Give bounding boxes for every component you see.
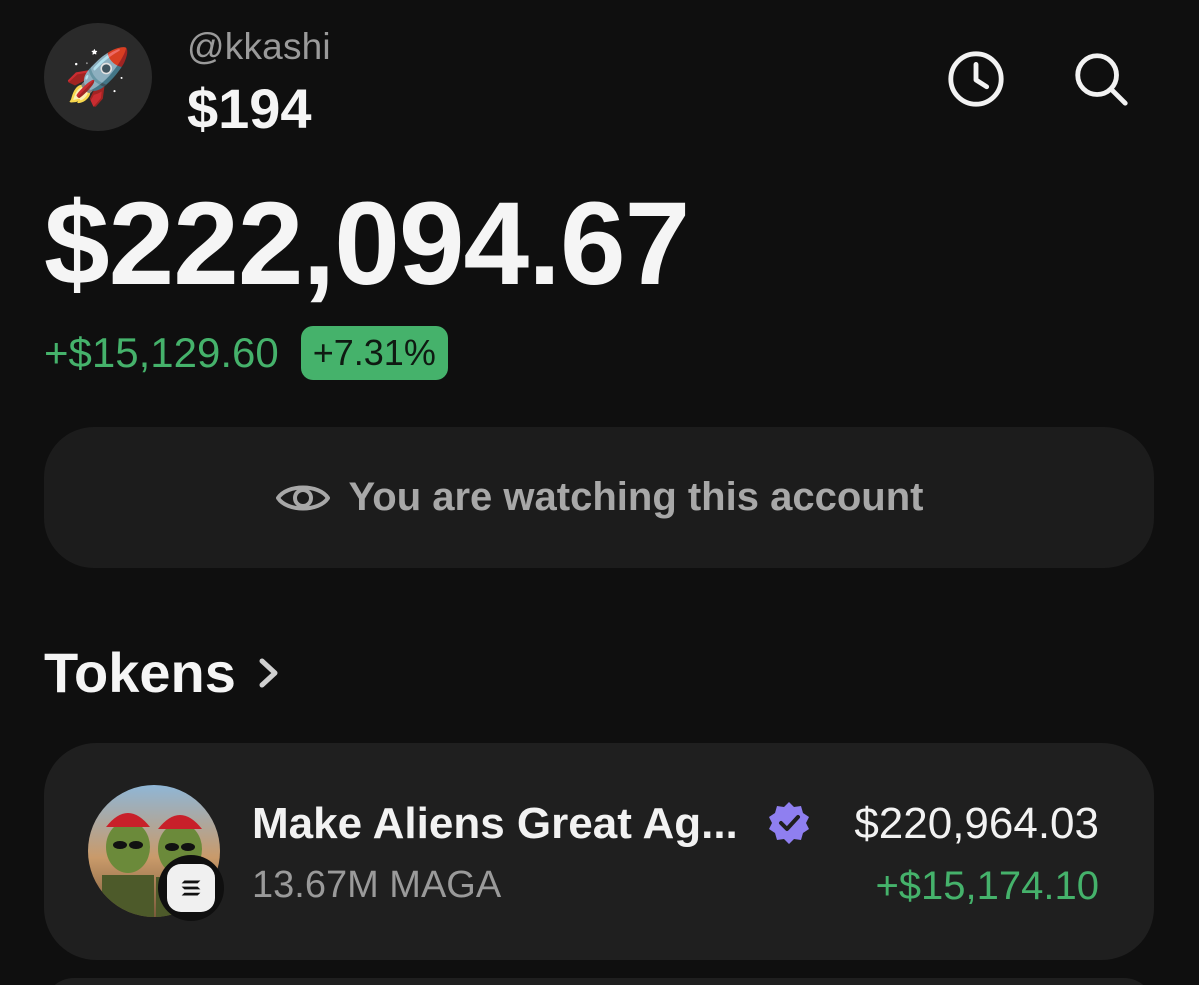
tokens-section-link[interactable]: Tokens <box>44 640 286 705</box>
verified-icon <box>769 802 809 844</box>
token-row[interactable]: Make Aliens Great Ag... 13.67M MAGA $220… <box>44 743 1154 960</box>
chevron-right-icon <box>259 658 278 687</box>
portfolio-total: $222,094.67 <box>44 178 690 310</box>
next-token-card-edge <box>44 978 1154 985</box>
solana-icon <box>181 880 201 896</box>
watching-banner: You are watching this account <box>44 427 1154 568</box>
search-button[interactable] <box>1069 47 1133 111</box>
wallet-screen: 🚀 @kkashi $194 $222,094.67 +$15,129.60 +… <box>0 0 1199 985</box>
change-amount: +$15,129.60 <box>44 329 279 376</box>
change-percent-badge: +7.31% <box>300 326 448 380</box>
token-value: $220,964.03 <box>854 799 1099 848</box>
profile-avatar[interactable]: 🚀 <box>44 23 152 131</box>
search-icon <box>1075 53 1128 106</box>
token-amount: 13.67M MAGA <box>252 864 502 906</box>
token-name: Make Aliens Great Ag... <box>252 799 738 848</box>
tokens-title: Tokens <box>44 641 236 704</box>
eye-icon <box>275 485 330 510</box>
solana-chain-badge <box>158 855 224 921</box>
username: @kkashi <box>187 26 331 67</box>
portfolio-change: +$15,129.60 +7.31% <box>44 326 448 380</box>
account-balance: $194 <box>187 77 312 140</box>
token-change: +$15,174.10 <box>875 864 1099 908</box>
rocket-icon: 🚀 <box>64 47 132 107</box>
watching-text: You are watching this account <box>348 475 924 519</box>
clock-icon <box>948 51 1004 107</box>
history-button[interactable] <box>944 47 1008 111</box>
